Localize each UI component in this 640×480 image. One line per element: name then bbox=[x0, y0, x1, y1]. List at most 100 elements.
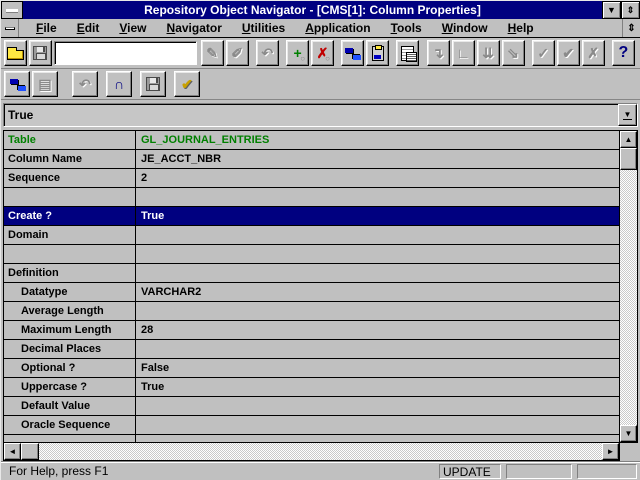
undo-button[interactable]: ↶ bbox=[256, 40, 279, 66]
scroll-up-button[interactable]: ▲ bbox=[620, 131, 637, 148]
property-label[interactable]: Table bbox=[4, 131, 136, 149]
property-value[interactable]: 28 bbox=[136, 321, 619, 339]
property-row-blank[interactable] bbox=[4, 435, 619, 443]
property-value[interactable] bbox=[136, 340, 619, 358]
property-value[interactable]: VARCHAR2 bbox=[136, 283, 619, 301]
intersection-button[interactable]: ∩ bbox=[106, 71, 132, 97]
property-label[interactable]: Decimal Places bbox=[4, 340, 136, 358]
child-system-menu-button[interactable] bbox=[1, 19, 19, 37]
property-row-average-length[interactable]: Average Length bbox=[4, 302, 619, 321]
scroll-right-button[interactable]: ► bbox=[602, 443, 619, 460]
property-value[interactable] bbox=[136, 302, 619, 320]
properties-report-button[interactable] bbox=[396, 40, 419, 66]
mark-check-button[interactable]: ✓ bbox=[532, 40, 555, 66]
property-value[interactable] bbox=[136, 188, 619, 206]
property-value[interactable] bbox=[136, 245, 619, 263]
help-button[interactable]: ? bbox=[612, 40, 635, 66]
property-row-default-value[interactable]: Default Value bbox=[4, 397, 619, 416]
property-row-blank[interactable] bbox=[4, 245, 619, 264]
property-value[interactable]: JE_ACCT_NBR bbox=[136, 150, 619, 168]
property-row-create-selected[interactable]: Create ?True bbox=[4, 207, 619, 226]
menu-file[interactable]: File bbox=[27, 20, 66, 36]
scroll-left-button[interactable]: ◄ bbox=[4, 443, 21, 460]
property-label[interactable]: Maximum Length bbox=[4, 321, 136, 339]
child-restore-button[interactable]: ⇕ bbox=[622, 19, 640, 37]
property-value[interactable] bbox=[136, 435, 619, 443]
mark-cancel-button[interactable]: ✗ bbox=[582, 40, 605, 66]
property-label[interactable]: Column Name bbox=[4, 150, 136, 168]
menu-application[interactable]: Application bbox=[296, 20, 379, 36]
property-label[interactable]: Domain bbox=[4, 226, 136, 244]
property-value[interactable] bbox=[136, 226, 619, 244]
property-row-definition[interactable]: Definition bbox=[4, 264, 619, 283]
delete-object-button[interactable]: ✗○ bbox=[311, 40, 334, 66]
property-row-datatype[interactable]: DatatypeVARCHAR2 bbox=[4, 283, 619, 302]
menu-help[interactable]: Help bbox=[499, 20, 543, 36]
property-label[interactable]: Average Length bbox=[4, 302, 136, 320]
clipboard-markers-button[interactable] bbox=[366, 40, 389, 66]
property-label[interactable]: Optional ? bbox=[4, 359, 136, 377]
horizontal-scrollbar[interactable]: ◄ ► bbox=[3, 443, 620, 461]
property-row-oracle-sequence[interactable]: Oracle Sequence bbox=[4, 416, 619, 435]
property-row-optional[interactable]: Optional ?False bbox=[4, 359, 619, 378]
property-value[interactable] bbox=[136, 397, 619, 415]
property-row-uppercase[interactable]: Uppercase ?True bbox=[4, 378, 619, 397]
property-label[interactable]: Uppercase ? bbox=[4, 378, 136, 396]
property-label[interactable] bbox=[4, 188, 136, 206]
property-label[interactable] bbox=[4, 435, 136, 443]
property-value[interactable]: 2 bbox=[136, 169, 619, 187]
pen-tool-button[interactable]: ✎ bbox=[201, 40, 224, 66]
undo-button-2[interactable]: ↶ bbox=[72, 71, 98, 97]
create-object-button[interactable]: +○ bbox=[286, 40, 309, 66]
minimize-button[interactable]: ▼ bbox=[602, 1, 621, 19]
property-value[interactable]: True bbox=[136, 378, 619, 396]
property-row-decimal-places[interactable]: Decimal Places bbox=[4, 340, 619, 359]
save-button-2[interactable] bbox=[140, 71, 166, 97]
property-row-sequence[interactable]: Sequence2 bbox=[4, 169, 619, 188]
property-label[interactable]: Default Value bbox=[4, 397, 136, 415]
collapse-button[interactable]: ∟ bbox=[452, 40, 475, 66]
property-value[interactable]: False bbox=[136, 359, 619, 377]
save-button[interactable] bbox=[29, 40, 52, 66]
open-repository-button[interactable] bbox=[4, 40, 27, 66]
vertical-scroll-track[interactable] bbox=[620, 170, 637, 425]
menu-navigator[interactable]: Navigator bbox=[158, 20, 231, 36]
vertical-scroll-thumb[interactable] bbox=[620, 148, 637, 170]
menu-window[interactable]: Window bbox=[433, 20, 497, 36]
property-value-combo[interactable]: True ▼ bbox=[3, 103, 638, 127]
property-label[interactable]: Sequence bbox=[4, 169, 136, 187]
property-label[interactable]: Create ? bbox=[4, 207, 136, 225]
property-value-drop-button[interactable]: ▼ bbox=[618, 104, 637, 126]
property-label[interactable] bbox=[4, 245, 136, 263]
scroll-down-button[interactable]: ▼ bbox=[620, 425, 637, 442]
hierarchy-markers-button[interactable] bbox=[341, 40, 364, 66]
property-value[interactable] bbox=[136, 416, 619, 434]
document-button[interactable]: ▤ bbox=[32, 71, 58, 97]
property-label[interactable]: Definition bbox=[4, 264, 136, 282]
object-search-input[interactable] bbox=[54, 41, 197, 65]
system-menu-button[interactable] bbox=[1, 1, 23, 19]
pen-tool-alt-button[interactable]: ✐ bbox=[226, 40, 249, 66]
expand-button[interactable]: ↴ bbox=[427, 40, 450, 66]
horizontal-scroll-track[interactable] bbox=[39, 443, 602, 460]
expand-all-button[interactable]: ⇊ bbox=[477, 40, 500, 66]
property-row-column-name[interactable]: Column NameJE_ACCT_NBR bbox=[4, 150, 619, 169]
property-label[interactable]: Datatype bbox=[4, 283, 136, 301]
property-label[interactable]: Oracle Sequence bbox=[4, 416, 136, 434]
property-row-table[interactable]: TableGL_JOURNAL_ENTRIES bbox=[4, 131, 619, 150]
property-row-blank[interactable] bbox=[4, 188, 619, 207]
menu-utilities[interactable]: Utilities bbox=[233, 20, 294, 36]
horizontal-scroll-thumb[interactable] bbox=[21, 443, 39, 460]
pin-check-button[interactable]: ✔ bbox=[174, 71, 200, 97]
mark-check-edit-button[interactable]: ✔ bbox=[557, 40, 580, 66]
property-value[interactable] bbox=[136, 264, 619, 282]
menu-view[interactable]: View bbox=[110, 20, 155, 36]
menu-edit[interactable]: Edit bbox=[68, 20, 109, 36]
property-value[interactable]: True bbox=[136, 207, 619, 225]
property-row-domain[interactable]: Domain bbox=[4, 226, 619, 245]
property-value[interactable]: GL_JOURNAL_ENTRIES bbox=[136, 131, 619, 149]
collapse-all-button[interactable]: ⇘ bbox=[502, 40, 525, 66]
property-row-maximum-length[interactable]: Maximum Length28 bbox=[4, 321, 619, 340]
menu-tools[interactable]: Tools bbox=[382, 20, 431, 36]
hierarchy-markers-button-2[interactable] bbox=[4, 71, 30, 97]
